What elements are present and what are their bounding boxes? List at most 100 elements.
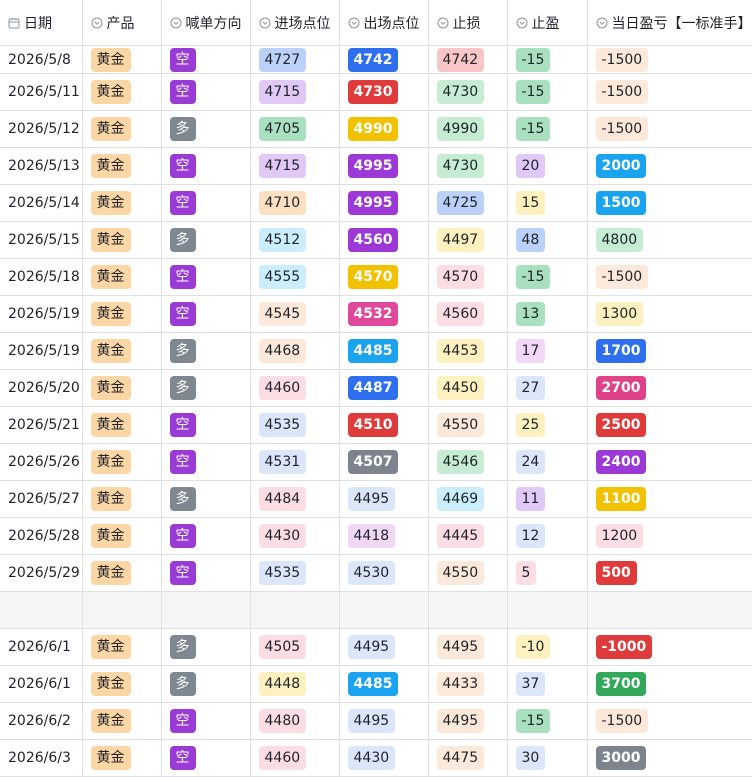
daily-pnl-cell[interactable]: 4800 [587,221,752,259]
entry-price-cell[interactable]: 4715 [250,147,340,185]
take-profit-cell[interactable]: 48 [507,221,588,259]
date-cell[interactable]: 2026/5/18 [0,258,83,296]
daily-pnl-cell[interactable]: 1500 [587,184,752,222]
exit-price-cell[interactable]: 4570 [339,258,429,296]
direction-cell[interactable]: 多 [161,332,251,370]
table-row[interactable]: 2026/6/2 黄金 空 4480 4495 4495 -15 -1500 [0,702,752,740]
empty-cell[interactable] [507,591,588,629]
product-cell[interactable]: 黄金 [82,184,162,222]
date-cell[interactable]: 2026/6/1 [0,665,83,703]
take-profit-cell[interactable]: 15 [507,184,588,222]
table-row[interactable]: 2026/5/26 黄金 空 4531 4507 4546 24 2400 [0,443,752,481]
stop-loss-cell[interactable]: 4730 [428,147,508,185]
stop-loss-cell[interactable]: 4433 [428,665,508,703]
date-cell[interactable]: 2026/5/29 [0,554,83,592]
daily-pnl-cell[interactable]: 2000 [587,147,752,185]
table-row[interactable]: 2026/5/11 黄金 空 4715 4730 4730 -15 -1500 [0,73,752,111]
daily-pnl-cell[interactable]: 1300 [587,295,752,333]
date-cell[interactable]: 2026/5/26 [0,443,83,481]
take-profit-cell[interactable]: 17 [507,332,588,370]
table-row[interactable]: 2026/6/1 黄金 多 4505 4495 4495 -10 -1000 [0,628,752,666]
direction-cell[interactable]: 空 [161,45,251,74]
exit-price-cell[interactable]: 4510 [339,406,429,444]
empty-cell[interactable] [339,591,429,629]
entry-price-cell[interactable]: 4460 [250,369,340,407]
direction-cell[interactable]: 空 [161,702,251,740]
entry-price-cell[interactable]: 4480 [250,702,340,740]
exit-price-cell[interactable]: 4507 [339,443,429,481]
daily-pnl-cell[interactable]: -1500 [587,258,752,296]
exit-price-cell[interactable]: 4995 [339,184,429,222]
table-row[interactable]: 2026/5/20 黄金 多 4460 4487 4450 27 2700 [0,369,752,407]
date-cell[interactable]: 2026/5/28 [0,517,83,555]
direction-cell[interactable]: 空 [161,739,251,777]
date-cell[interactable]: 2026/6/3 [0,739,83,777]
column-header-date[interactable]: 日期 [0,0,83,46]
date-cell[interactable]: 2026/5/11 [0,73,83,111]
exit-price-cell[interactable]: 4990 [339,110,429,148]
empty-cell[interactable] [428,591,508,629]
empty-cell[interactable] [250,591,340,629]
product-cell[interactable]: 黄金 [82,110,162,148]
product-cell[interactable]: 黄金 [82,628,162,666]
daily-pnl-cell[interactable]: 3700 [587,665,752,703]
product-cell[interactable]: 黄金 [82,258,162,296]
daily-pnl-cell[interactable]: -1500 [587,73,752,111]
entry-price-cell[interactable]: 4460 [250,739,340,777]
stop-loss-cell[interactable]: 4445 [428,517,508,555]
entry-price-cell[interactable]: 4430 [250,517,340,555]
take-profit-cell[interactable]: -15 [507,45,588,74]
date-cell[interactable]: 2026/5/27 [0,480,83,518]
take-profit-cell[interactable]: -15 [507,702,588,740]
column-header-exit[interactable]: 出场点位 [339,0,429,46]
direction-cell[interactable]: 空 [161,295,251,333]
table-row[interactable]: 2026/5/14 黄金 空 4710 4995 4725 15 1500 [0,184,752,222]
daily-pnl-cell[interactable]: 3000 [587,739,752,777]
direction-cell[interactable]: 多 [161,628,251,666]
stop-loss-cell[interactable]: 4469 [428,480,508,518]
product-cell[interactable]: 黄金 [82,517,162,555]
entry-price-cell[interactable]: 4727 [250,45,340,74]
exit-price-cell[interactable]: 4487 [339,369,429,407]
date-cell[interactable]: 2026/6/2 [0,702,83,740]
take-profit-cell[interactable]: -15 [507,110,588,148]
entry-price-cell[interactable]: 4512 [250,221,340,259]
take-profit-cell[interactable]: -15 [507,258,588,296]
exit-price-cell[interactable]: 4485 [339,665,429,703]
take-profit-cell[interactable]: 25 [507,406,588,444]
take-profit-cell[interactable]: 13 [507,295,588,333]
exit-price-cell[interactable]: 4495 [339,702,429,740]
daily-pnl-cell[interactable]: 2700 [587,369,752,407]
direction-cell[interactable]: 多 [161,665,251,703]
daily-pnl-cell[interactable]: 2400 [587,443,752,481]
date-cell[interactable]: 2026/5/20 [0,369,83,407]
stop-loss-cell[interactable]: 4453 [428,332,508,370]
product-cell[interactable]: 黄金 [82,369,162,407]
column-header-daily-pnl[interactable]: 当日盈亏【一标准手】 [587,0,752,46]
date-cell[interactable]: 2026/6/1 [0,628,83,666]
stop-loss-cell[interactable]: 4495 [428,628,508,666]
entry-price-cell[interactable]: 4535 [250,406,340,444]
product-cell[interactable]: 黄金 [82,480,162,518]
stop-loss-cell[interactable]: 4550 [428,406,508,444]
stop-loss-cell[interactable]: 4550 [428,554,508,592]
exit-price-cell[interactable]: 4532 [339,295,429,333]
entry-price-cell[interactable]: 4705 [250,110,340,148]
column-header-product[interactable]: 产品 [82,0,162,46]
daily-pnl-cell[interactable]: -1500 [587,702,752,740]
stop-loss-cell[interactable]: 4475 [428,739,508,777]
column-header-stop-loss[interactable]: 止损 [428,0,508,46]
date-cell[interactable]: 2026/5/14 [0,184,83,222]
direction-cell[interactable]: 空 [161,517,251,555]
stop-loss-cell[interactable]: 4570 [428,258,508,296]
entry-price-cell[interactable]: 4505 [250,628,340,666]
product-cell[interactable]: 黄金 [82,332,162,370]
table-row[interactable]: 2026/5/12 黄金 多 4705 4990 4990 -15 -1500 [0,110,752,148]
entry-price-cell[interactable]: 4484 [250,480,340,518]
direction-cell[interactable]: 空 [161,147,251,185]
table-row[interactable]: 2026/6/1 黄金 多 4448 4485 4433 37 3700 [0,665,752,703]
table-row[interactable]: 2026/5/13 黄金 空 4715 4995 4730 20 2000 [0,147,752,185]
entry-price-cell[interactable]: 4710 [250,184,340,222]
table-row[interactable]: 2026/5/8 黄金 空 4727 4742 4742 -15 -1500 [0,45,752,74]
date-cell[interactable]: 2026/5/19 [0,332,83,370]
